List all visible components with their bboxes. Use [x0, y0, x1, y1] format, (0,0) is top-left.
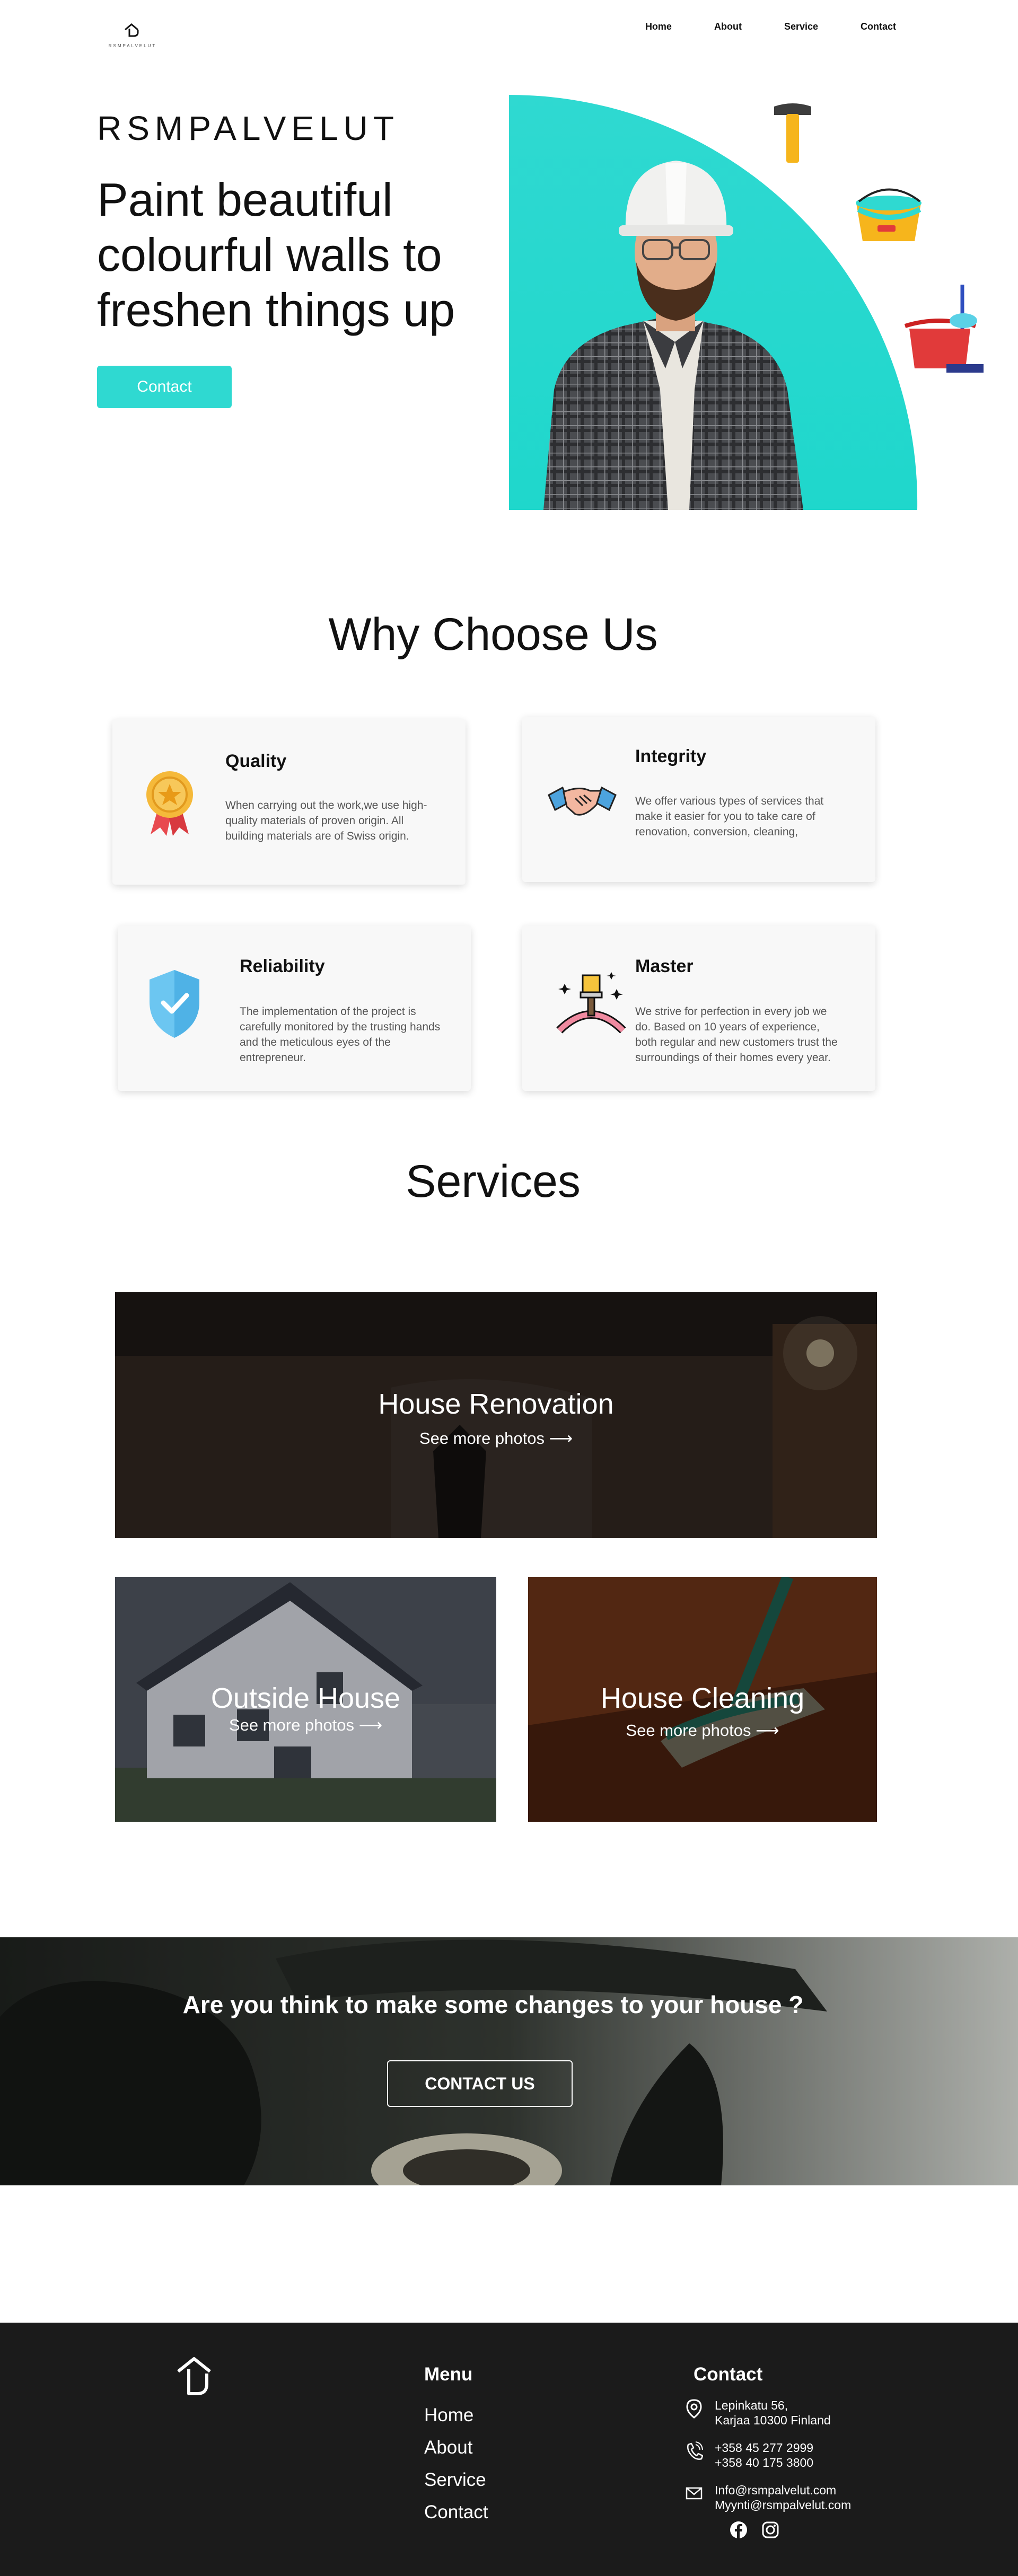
see-more-text: See more photos: [229, 1716, 354, 1734]
card-text: We offer various types of services that …: [635, 793, 823, 840]
see-more-text: See more photos: [419, 1429, 545, 1448]
address-line: Lepinkatu 56,: [715, 2398, 788, 2412]
card-text-line: building materials are of Swiss origin.: [225, 830, 409, 842]
cta-heading: Are you think to make some changes to yo…: [182, 1991, 804, 2018]
address-text: Lepinkatu 56, Karjaa 10300 Finland: [715, 2398, 831, 2428]
card-integrity: Integrity We offer various types of serv…: [522, 717, 875, 882]
card-text-line: carefully monitored by the trusting hand…: [240, 1021, 441, 1033]
card-title: Quality: [225, 751, 287, 771]
footer-link-service[interactable]: Service: [424, 2469, 488, 2502]
footer-link-contact[interactable]: Contact: [424, 2502, 488, 2534]
cta-contact-us-button[interactable]: CONTACT US: [387, 2060, 573, 2107]
card-text-line: do. Based on 10 years of experience,: [635, 1021, 820, 1033]
mail-icon: [686, 2487, 703, 2500]
card-text: When carrying out the work,we use high- …: [225, 798, 427, 844]
nav-home[interactable]: Home: [645, 21, 672, 32]
logo-text: RSMPALVELUT: [108, 43, 157, 48]
see-more-text: See more photos: [626, 1721, 751, 1740]
service-title: House Renovation: [378, 1388, 614, 1420]
nav-service[interactable]: Service: [784, 21, 818, 32]
footer-contact-title: Contact: [694, 2364, 763, 2385]
card-text-line: and the meticulous eyes of the: [240, 1036, 391, 1048]
footer-link-home[interactable]: Home: [424, 2405, 488, 2437]
services-title: Services: [406, 1156, 581, 1207]
nav-about[interactable]: About: [714, 21, 742, 32]
hammer-icon: [774, 103, 811, 163]
footer-address: Lepinkatu 56, Karjaa 10300 Finland: [685, 2398, 831, 2428]
site-logo[interactable]: RSMPALVELUT: [106, 18, 159, 55]
card-title: Integrity: [635, 746, 707, 766]
emails-text: Info@rsmpalvelut.com Myynti@rsmpalvelut.…: [715, 2483, 851, 2512]
hero-brand: RSMPALVELUT: [97, 109, 399, 147]
service-title: Outside House: [210, 1682, 401, 1714]
email-address[interactable]: Myynti@rsmpalvelut.com: [715, 2498, 851, 2512]
instagram-icon[interactable]: [761, 2521, 779, 2539]
card-title: Reliability: [240, 956, 325, 976]
card-text: The implementation of the project is car…: [240, 1004, 440, 1065]
headline-line-3: freshen things up: [97, 284, 455, 336]
footer-phones: +358 45 277 2999 +358 40 175 3800: [685, 2440, 813, 2470]
footer-emails: Info@rsmpalvelut.com Myynti@rsmpalvelut.…: [685, 2483, 851, 2512]
see-more-link[interactable]: See more photos ⟶: [115, 1429, 877, 1448]
shield-check-icon: [150, 970, 199, 1038]
house-logo-icon: [125, 23, 139, 37]
card-text-line: surroundings of their homes every year.: [635, 1052, 831, 1064]
why-title: Why Choose Us: [328, 609, 658, 660]
site-header: RSMPALVELUT Home About Service Contact: [0, 0, 1018, 64]
facebook-icon[interactable]: [730, 2521, 748, 2539]
card-text-line: entrepreneur.: [240, 1052, 306, 1064]
phone-number[interactable]: +358 45 277 2999: [715, 2441, 813, 2455]
arrow-right-icon: ⟶: [756, 1721, 779, 1740]
address-line: Karjaa 10300 Finland: [715, 2413, 831, 2427]
see-more-link[interactable]: See more photos ⟶: [528, 1721, 877, 1740]
nav-contact[interactable]: Contact: [861, 21, 896, 32]
phone-number[interactable]: +358 40 175 3800: [715, 2456, 813, 2469]
card-title: Master: [635, 956, 694, 976]
hero-headline: Paint beautiful colourful walls to fresh…: [97, 172, 500, 338]
card-text: We strive for perfection in every job we…: [635, 1004, 838, 1065]
footer-logo-icon[interactable]: [175, 2354, 213, 2400]
hero-contact-button[interactable]: Contact: [97, 366, 232, 408]
phones-text: +358 45 277 2999 +358 40 175 3800: [715, 2440, 813, 2470]
headline-line-1: Paint beautiful: [97, 173, 393, 226]
phone-icon: [687, 2441, 703, 2460]
cta-banner: Are you think to make some changes to yo…: [0, 1937, 1018, 2185]
card-text-line: renovation, conversion, cleaning,: [635, 826, 798, 838]
arrow-right-icon: ⟶: [358, 1716, 383, 1734]
card-text-line: make it easier for you to take care of: [635, 810, 815, 823]
footer-menu-title: Menu: [424, 2364, 473, 2385]
service-house-renovation[interactable]: House Renovation See more photos ⟶: [115, 1292, 877, 1538]
email-address[interactable]: Info@rsmpalvelut.com: [715, 2483, 836, 2497]
card-text-line: When carrying out the work,we use high-: [225, 799, 427, 811]
card-reliability: Reliability The implementation of the pr…: [118, 925, 471, 1091]
card-text-line: quality materials of proven origin. All: [225, 815, 404, 827]
location-pin-icon: [686, 2399, 702, 2419]
footer-menu: Home About Service Contact: [424, 2405, 488, 2534]
headline-line-2: colourful walls to: [97, 228, 442, 281]
main-nav: Home About Service Contact: [603, 21, 896, 32]
cleaning-bucket-icon: [904, 285, 984, 373]
hero-illustration: [509, 95, 984, 510]
site-footer: Menu Home About Service Contact Contact …: [0, 2323, 1018, 2576]
card-master: Master We strive for perfection in every…: [522, 925, 875, 1091]
paintbrush-star-icon: [556, 972, 626, 1034]
card-text-line: The implementation of the project is: [240, 1005, 416, 1018]
card-text-line: We strive for perfection in every job we: [635, 1005, 827, 1018]
medal-icon: [146, 771, 193, 836]
service-outside-house[interactable]: Outside House See more photos ⟶: [115, 1577, 496, 1822]
card-text-line: both regular and new customers trust the: [635, 1036, 838, 1048]
service-title: House Cleaning: [600, 1682, 805, 1714]
service-house-cleaning[interactable]: House Cleaning See more photos ⟶: [528, 1577, 877, 1822]
see-more-link[interactable]: See more photos ⟶: [115, 1716, 496, 1735]
arrow-right-icon: ⟶: [549, 1429, 573, 1448]
footer-link-about[interactable]: About: [424, 2437, 488, 2469]
paint-bucket-icon: [856, 188, 922, 241]
card-text-line: We offer various types of services that: [635, 795, 824, 807]
card-quality: Quality When carrying out the work,we us…: [112, 719, 466, 885]
handshake-icon: [548, 786, 617, 816]
